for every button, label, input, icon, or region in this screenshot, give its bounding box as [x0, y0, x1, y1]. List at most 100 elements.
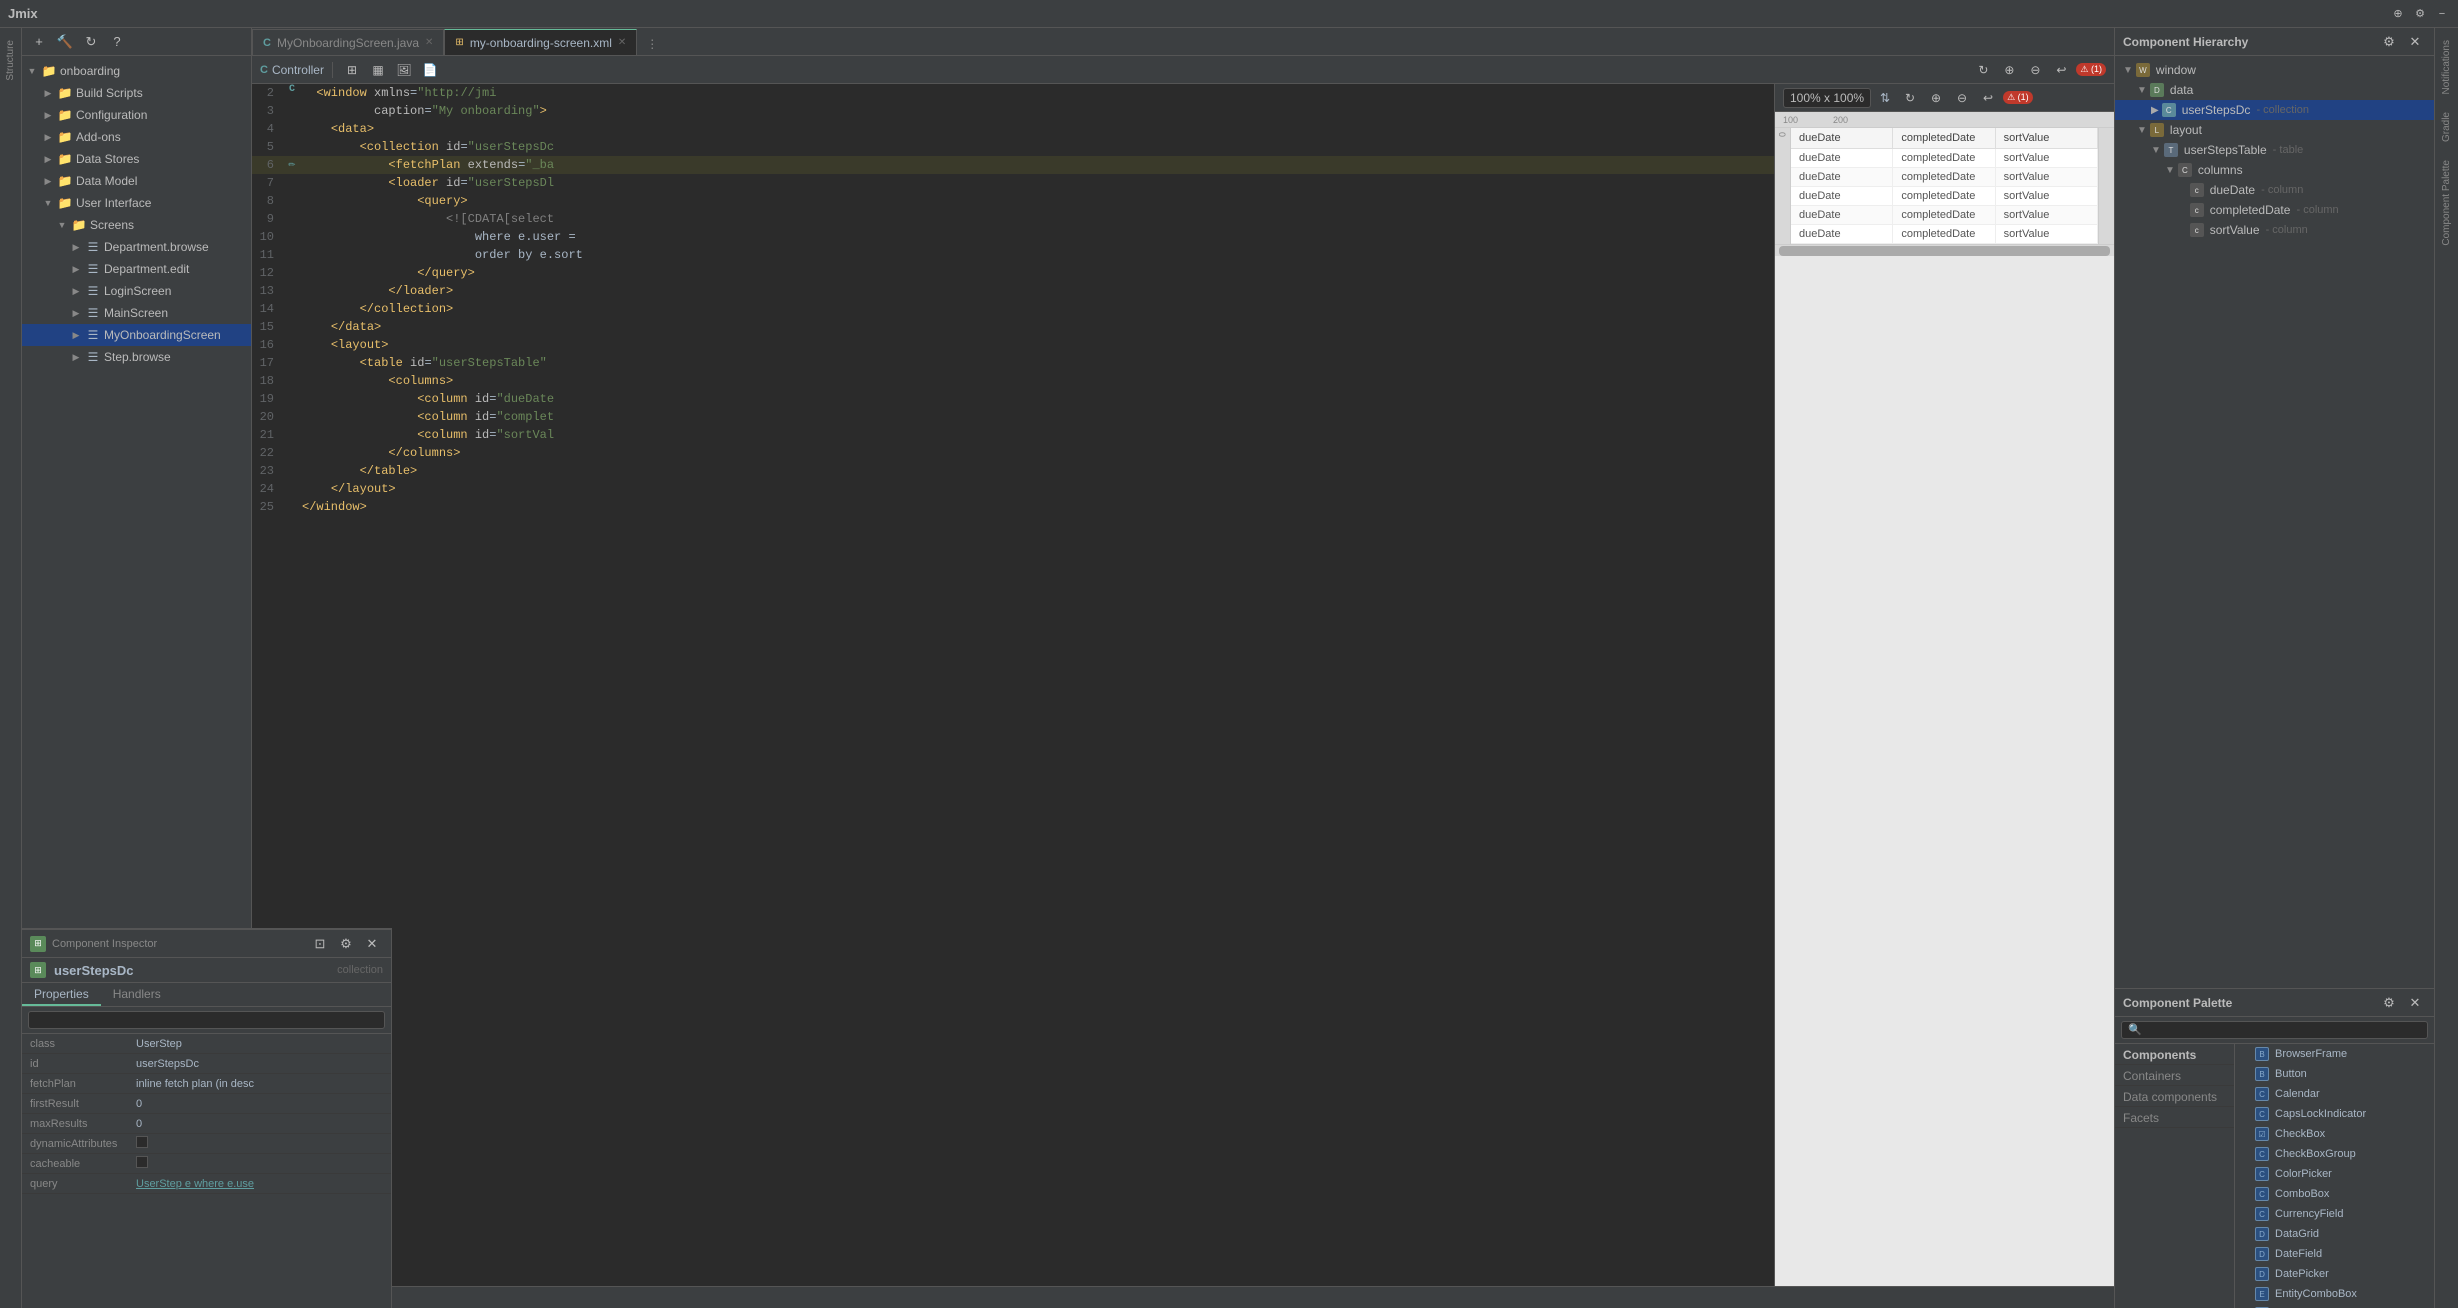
hierarchy-item-dueDate[interactable]: ▶ c dueDate - column: [2115, 180, 2434, 200]
settings-icon[interactable]: ⚙: [2412, 6, 2428, 22]
globe-icon[interactable]: ⊕: [2390, 6, 2406, 22]
preview-zoom-out-button[interactable]: ⊖: [1951, 87, 1973, 109]
main-expand-icon: ▶: [70, 307, 82, 319]
component-palette-side-tab[interactable]: Component Palette: [2436, 152, 2458, 254]
step-browse-label: Step.browse: [104, 350, 171, 364]
tree-root-item[interactable]: ▼ 📁 onboarding: [22, 60, 251, 82]
inspector-close-icon[interactable]: ✕: [361, 933, 383, 955]
prop-name-id: id: [22, 1058, 132, 1070]
preview-zoom-in-button[interactable]: ⊕: [1925, 87, 1947, 109]
palette-item-currencyfield[interactable]: C CurrencyField: [2235, 1204, 2434, 1224]
dynamic-attr-checkbox[interactable]: [136, 1136, 148, 1148]
inspector-settings-icon[interactable]: ⚙: [335, 933, 357, 955]
hierarchy-item-layout[interactable]: ▼ L layout: [2115, 120, 2434, 140]
palette-item-checkboxgroup[interactable]: C CheckBoxGroup: [2235, 1144, 2434, 1164]
hierarchy-item-data[interactable]: ▼ D data: [2115, 80, 2434, 100]
zoom-out-button[interactable]: ⊖: [2024, 59, 2046, 81]
preview-cell-2-3: sortValue: [1996, 168, 2098, 186]
preview-cell-1-2: completedDate: [1893, 149, 1995, 167]
preview-undo-button[interactable]: ↩: [1977, 87, 1999, 109]
palette-item-browserframe[interactable]: B BrowserFrame: [2235, 1044, 2434, 1064]
sidebar-item-step-browse[interactable]: ▶ ☰ Step.browse: [22, 346, 251, 368]
tabs-more-button[interactable]: ⋮: [641, 33, 663, 55]
tab-xml[interactable]: ⊞ my-onboarding-screen.xml ✕: [444, 29, 637, 55]
calendar-label: Calendar: [2275, 1088, 2320, 1100]
preview-refresh-button[interactable]: ↻: [1899, 87, 1921, 109]
hierarchy-item-columns[interactable]: ▼ C columns: [2115, 160, 2434, 180]
palette-item-datefield[interactable]: D DateField: [2235, 1244, 2434, 1264]
hierarchy-close-icon[interactable]: ✕: [2404, 31, 2426, 53]
notifications-tab[interactable]: Notifications: [2436, 32, 2458, 102]
sidebar-item-login[interactable]: ▶ ☰ LoginScreen: [22, 280, 251, 302]
inspector-expand-icon[interactable]: ⊡: [309, 933, 331, 955]
undo-button[interactable]: ↩: [2050, 59, 2072, 81]
help-button[interactable]: ?: [106, 31, 128, 53]
palette-item-button[interactable]: B Button: [2235, 1064, 2434, 1084]
add-button[interactable]: +: [28, 31, 50, 53]
palette-cat-data[interactable]: Data components: [2115, 1086, 2234, 1107]
prop-name-fetchplan: fetchPlan: [22, 1078, 132, 1090]
palette-cat-facets[interactable]: Facets: [2115, 1107, 2234, 1128]
hierarchy-item-userStepsTable[interactable]: ▼ T userStepsTable - table: [2115, 140, 2434, 160]
refresh-preview-button[interactable]: ↻: [1972, 59, 1994, 81]
palette-item-calendar[interactable]: C Calendar: [2235, 1084, 2434, 1104]
hierarchy-item-completedDate[interactable]: ▶ c completedDate - column: [2115, 200, 2434, 220]
hierarchy-item-userStepsDc[interactable]: ▶ C userStepsDc - collection: [2115, 100, 2434, 120]
grid-view-button[interactable]: ⊞: [341, 59, 363, 81]
xml-tab-close[interactable]: ✕: [618, 37, 626, 48]
refresh-button[interactable]: ↻: [80, 31, 102, 53]
sidebar-item-screens[interactable]: ▼ 📁 Screens: [22, 214, 251, 236]
build-button[interactable]: 🔨: [54, 31, 76, 53]
prop-row-class: class UserStep: [22, 1034, 391, 1054]
inspector-search-input[interactable]: [28, 1011, 385, 1029]
hierarchy-item-sortValue[interactable]: ▶ c sortValue - column: [2115, 220, 2434, 240]
sidebar-item-addons[interactable]: ▶ 📁 Add-ons: [22, 126, 251, 148]
cacheable-checkbox[interactable]: [136, 1156, 148, 1168]
code-line-13: 13 </loader>: [252, 282, 1774, 300]
palette-item-datepicker[interactable]: D DatePicker: [2235, 1264, 2434, 1284]
prop-value-query[interactable]: UserStep e where e.use: [132, 1178, 391, 1190]
java-tab-close[interactable]: ✕: [425, 37, 433, 48]
preview-button[interactable]: 📄: [419, 59, 441, 81]
table-view-button[interactable]: ▦: [367, 59, 389, 81]
minimize-icon[interactable]: −: [2434, 6, 2450, 22]
code-panel[interactable]: 2 C <window xmlns="http://jmi 3 caption=…: [252, 84, 1774, 1286]
code-line-8: 8 <query>: [252, 192, 1774, 210]
sidebar-item-dept-browse[interactable]: ▶ ☰ Department.browse: [22, 236, 251, 258]
tab-java[interactable]: C MyOnboardingScreen.java ✕: [252, 29, 444, 55]
sidebar-item-user-interface[interactable]: ▼ 📁 User Interface: [22, 192, 251, 214]
structure-tab[interactable]: Structure: [0, 32, 22, 89]
gradle-tab[interactable]: Gradle: [2436, 104, 2458, 150]
sidebar-item-main[interactable]: ▶ ☰ MainScreen: [22, 302, 251, 324]
zoom-in-button[interactable]: ⊕: [1998, 59, 2020, 81]
palette-item-checkbox[interactable]: ☑ CheckBox: [2235, 1124, 2434, 1144]
sidebar-item-configuration[interactable]: ▶ 📁 Configuration: [22, 104, 251, 126]
sidebar-item-onboarding[interactable]: ▶ ☰ MyOnboardingScreen: [22, 324, 251, 346]
palette-item-entitycombobox[interactable]: E EntityComboBox: [2235, 1284, 2434, 1304]
palette-item-colorpicker[interactable]: C ColorPicker: [2235, 1164, 2434, 1184]
palette-item-capslock[interactable]: C CapsLockIndicator: [2235, 1104, 2434, 1124]
notifications-label: Notifications: [2441, 40, 2452, 94]
sidebar-item-data-stores[interactable]: ▶ 📁 Data Stores: [22, 148, 251, 170]
sidebar-item-data-model[interactable]: ▶ 📁 Data Model: [22, 170, 251, 192]
hierarchy-panel: Component Hierarchy ⚙ ✕ ▼ W window: [2114, 28, 2434, 988]
dept-edit-icon: ☰: [85, 261, 101, 277]
preview-scrollbar-h[interactable]: [1775, 244, 2114, 256]
hierarchy-settings-icon[interactable]: ⚙: [2378, 31, 2400, 53]
inspector-tab-handlers[interactable]: Handlers: [101, 984, 173, 1006]
palette-cat-containers[interactable]: Containers: [2115, 1065, 2234, 1086]
hierarchy-item-window[interactable]: ▼ W window: [2115, 60, 2434, 80]
inspector-tab-properties[interactable]: Properties: [22, 984, 101, 1006]
zoom-toggle-icon[interactable]: ⇅: [1875, 88, 1895, 108]
palette-settings-icon[interactable]: ⚙: [2378, 992, 2400, 1014]
sidebar-item-build-scripts[interactable]: ▶ 📁 Build Scripts: [22, 82, 251, 104]
sidebar-item-dept-edit[interactable]: ▶ ☰ Department.edit: [22, 258, 251, 280]
image-view-button[interactable]: 🖼: [393, 59, 415, 81]
palette-close-icon[interactable]: ✕: [2404, 992, 2426, 1014]
palette-cat-components[interactable]: Components: [2115, 1044, 2234, 1065]
palette-item-entitypicker[interactable]: E EntityPicker: [2235, 1304, 2434, 1308]
hierarchy-table-type: - table: [2270, 144, 2304, 156]
palette-item-combobox[interactable]: C ComboBox: [2235, 1184, 2434, 1204]
palette-search-input[interactable]: [2121, 1021, 2428, 1039]
palette-item-datagrid[interactable]: D DataGrid: [2235, 1224, 2434, 1244]
